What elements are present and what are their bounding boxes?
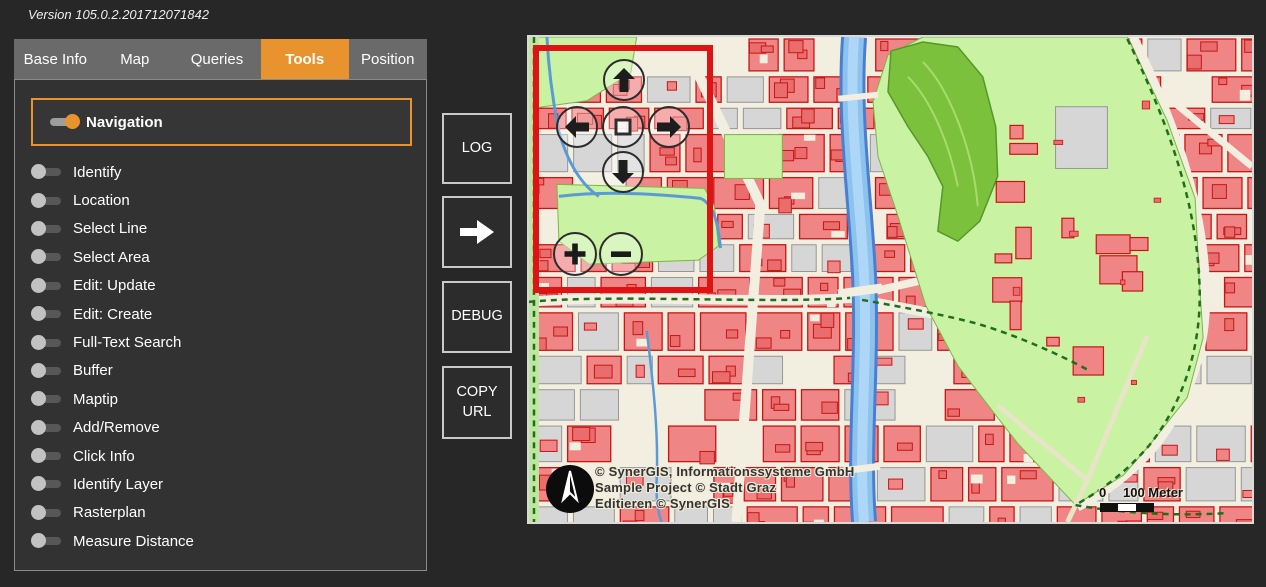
pan-down-arrow-icon [608,157,638,187]
recenter-square-icon [608,112,638,142]
compass-north-icon [544,463,596,515]
tool-label: Select Line [73,220,147,237]
map-attribution: © SynerGIS, Informationssysteme GmbH Sam… [595,464,855,512]
tool-label: Measure Distance [73,533,194,550]
toggle-switch[interactable] [31,306,63,322]
minus-icon [606,239,636,269]
tool-item-identify[interactable]: Identify [15,158,426,186]
tool-item-select-area[interactable]: Select Area [15,243,426,271]
tool-label: Maptip [73,391,118,408]
tool-label: Edit: Create [73,306,152,323]
scalebar-end-label: 100 Meter [1123,485,1183,500]
forward-button[interactable] [442,196,512,268]
toggle-switch[interactable] [31,505,63,521]
log-button[interactable]: LOG [442,113,512,184]
attribution-line: Editieren © SynerGIS [595,496,855,512]
toggle-switch[interactable] [31,533,63,549]
tool-item-measure-distance[interactable]: Measure Distance [15,527,426,555]
toggle-switch[interactable] [31,420,63,436]
tool-item-location[interactable]: Location [15,186,426,214]
attribution-line: © SynerGIS, Informationssysteme GmbH [595,464,855,480]
toggle-switch[interactable] [31,448,63,464]
tool-label: Rasterplan [73,504,146,521]
plus-icon [560,239,590,269]
tool-label: Edit: Update [73,277,156,294]
tool-label: Navigation [86,114,163,131]
application-window: Version 105.0.2.201712071842 Base Info M… [0,0,1266,587]
tool-label: Buffer [73,362,113,379]
pan-left-arrow-icon [562,112,592,142]
pan-right-button[interactable] [648,106,690,148]
navigation-toggle-switch[interactable] [48,114,80,130]
toggle-switch[interactable] [31,164,63,180]
tool-label: Identify [73,164,121,181]
tool-item-identify-layer[interactable]: Identify Layer [15,470,426,498]
tool-list: Identify Location Select Line Select Are… [15,158,426,555]
tab-base-info[interactable]: Base Info [14,39,97,79]
tool-item-edit-update[interactable]: Edit: Update [15,272,426,300]
tool-item-full-text-search[interactable]: Full-Text Search [15,328,426,356]
scalebar [1100,503,1154,512]
tab-map[interactable]: Map [97,39,173,79]
tool-item-edit-create[interactable]: Edit: Create [15,300,426,328]
tab-tools[interactable]: Tools [261,39,349,79]
toggle-switch[interactable] [31,391,63,407]
tool-label: Click Info [73,448,135,465]
copy-url-button[interactable]: COPY URL [442,366,512,439]
version-label: Version 105.0.2.201712071842 [28,7,209,22]
map-viewport[interactable]: © SynerGIS, Informationssysteme GmbH Sam… [527,35,1254,524]
zoom-out-button[interactable] [599,232,643,276]
toggle-switch[interactable] [31,278,63,294]
tool-item-navigation[interactable]: Navigation [31,98,412,146]
tool-label: Select Area [73,249,150,266]
toggle-switch[interactable] [31,363,63,379]
tool-item-add-remove[interactable]: Add/Remove [15,414,426,442]
pan-up-button[interactable] [603,59,645,101]
debug-button[interactable]: DEBUG [442,281,512,353]
scalebar-start-label: 0 [1099,485,1106,500]
pan-up-arrow-icon [609,65,639,95]
attribution-line: Sample Project © Stadt Graz [595,480,855,496]
tool-label: Identify Layer [73,476,163,493]
tool-label: Full-Text Search [73,334,181,351]
toggle-switch[interactable] [31,335,63,351]
tab-bar: Base Info Map Queries Tools Position [14,39,427,79]
tab-queries[interactable]: Queries [173,39,261,79]
recenter-button[interactable] [602,106,644,148]
zoom-in-button[interactable] [553,232,597,276]
pan-down-button[interactable] [602,151,644,193]
toggle-switch[interactable] [31,193,63,209]
tool-label: Location [73,192,130,209]
tool-item-select-line[interactable]: Select Line [15,215,426,243]
tool-item-buffer[interactable]: Buffer [15,357,426,385]
tool-label: Add/Remove [73,419,160,436]
toggle-switch[interactable] [31,476,63,492]
tools-panel: Navigation Identify Location Select Line… [14,79,427,571]
toggle-switch[interactable] [31,221,63,237]
arrow-right-icon [457,216,497,248]
toggle-switch[interactable] [31,249,63,265]
tool-item-maptip[interactable]: Maptip [15,385,426,413]
tool-item-rasterplan[interactable]: Rasterplan [15,499,426,527]
pan-left-button[interactable] [556,106,598,148]
tool-item-click-info[interactable]: Click Info [15,442,426,470]
pan-right-arrow-icon [654,112,684,142]
tab-position[interactable]: Position [349,39,427,79]
